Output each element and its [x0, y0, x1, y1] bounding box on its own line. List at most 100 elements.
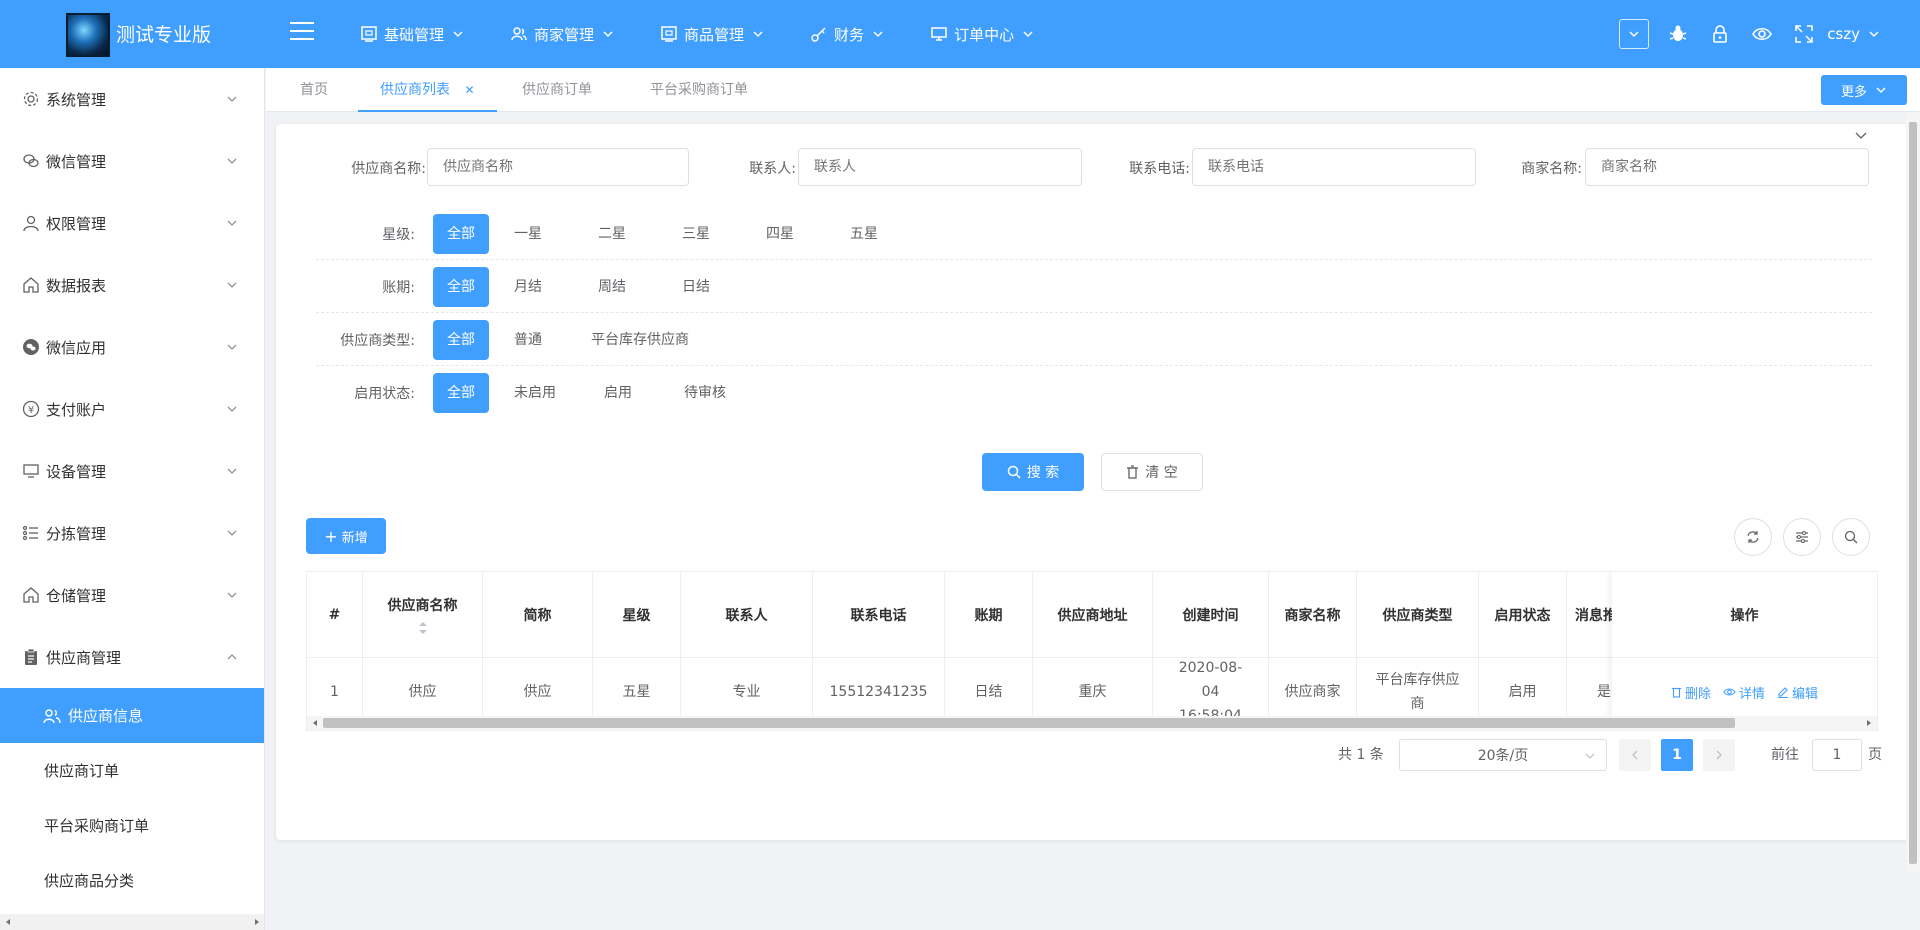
table-horizontal-scrollbar[interactable] — [307, 716, 1877, 730]
supplier-name-input[interactable] — [427, 148, 689, 186]
sort-icon[interactable] — [418, 621, 428, 635]
sidebar: 系统管理 微信管理 权限管理 数据报表 微信应用 ¥ 支付账户 设备管理 分拣管… — [0, 68, 265, 930]
filter-option[interactable]: 四星 — [752, 214, 808, 254]
edit-button[interactable]: 编辑 — [1777, 683, 1818, 702]
filter-option-all[interactable]: 全部 — [433, 320, 489, 360]
column-settings-button[interactable] — [1783, 518, 1821, 556]
tab-supplier-list[interactable]: 供应商列表 ✕ — [358, 68, 497, 112]
clear-button[interactable]: 清 空 — [1101, 453, 1203, 491]
nav-item-orders[interactable]: 订单中心 — [930, 24, 1034, 45]
sidebar-item-sorting[interactable]: 分拣管理 — [0, 502, 264, 564]
list-icon — [22, 525, 38, 541]
delete-label: 删除 — [1684, 686, 1711, 702]
filter-option[interactable]: 待审核 — [670, 373, 740, 413]
sidebar-item-permission[interactable]: 权限管理 — [0, 192, 264, 254]
filter-option-all[interactable]: 全部 — [433, 214, 489, 254]
goto-page-input[interactable]: 1 — [1812, 739, 1862, 771]
search-button[interactable]: 搜 索 — [982, 453, 1084, 491]
nav-item-finance[interactable]: 财务 — [810, 24, 884, 45]
sidebar-subitem-label: 平台采购商订单 — [44, 817, 150, 835]
sidebar-item-supplier[interactable]: 供应商管理 — [0, 626, 264, 688]
user-icon — [23, 215, 39, 232]
top-nav: 基础管理 商家管理 商品管理 财务 订单中心 — [360, 0, 1080, 68]
eye-icon[interactable] — [1751, 23, 1773, 45]
sidebar-item-payment[interactable]: ¥ 支付账户 — [0, 378, 264, 440]
chevron-down-icon — [1585, 753, 1595, 759]
sidebar-item-devices[interactable]: 设备管理 — [0, 440, 264, 502]
table-header-supplier-name[interactable]: 供应商名称 — [363, 572, 483, 658]
filter-option[interactable]: 月结 — [500, 267, 556, 307]
tab-home[interactable]: 首页 — [300, 68, 328, 112]
prev-page-button[interactable] — [1619, 739, 1651, 771]
filter-option[interactable]: 周结 — [584, 267, 640, 307]
nav-item-merchant[interactable]: 商家管理 — [510, 24, 614, 45]
tab-bar: 首页 供应商列表 ✕ 供应商订单 平台采购商订单 更多 — [266, 68, 1920, 112]
chevron-down-icon — [227, 220, 237, 226]
trash-icon — [1127, 465, 1139, 479]
tab-platform-orders[interactable]: 平台采购商订单 — [650, 68, 748, 112]
page-vertical-scrollbar[interactable] — [1906, 112, 1920, 872]
filter-option[interactable]: 三星 — [668, 214, 724, 254]
logo[interactable]: 测试专业版 — [0, 0, 265, 68]
scroll-thumb[interactable] — [323, 718, 1735, 728]
toggle-search-button[interactable] — [1832, 518, 1870, 556]
delete-button[interactable]: 删除 — [1671, 683, 1711, 702]
detail-button[interactable]: 详情 — [1723, 683, 1765, 702]
filter-option[interactable]: 未启用 — [500, 373, 570, 413]
nav-item-basic[interactable]: 基础管理 — [360, 24, 464, 45]
filter-option[interactable]: 二星 — [584, 214, 640, 254]
logo-image — [66, 13, 110, 57]
table-header-address: 供应商地址 — [1033, 572, 1153, 658]
table-header-created: 创建时间 — [1153, 572, 1269, 658]
chevron-down-icon[interactable] — [1854, 128, 1868, 142]
sidebar-item-wechat[interactable]: 微信管理 — [0, 130, 264, 192]
sidebar-item-system[interactable]: 系统管理 — [0, 68, 264, 130]
sidebar-subitem-supplier-info[interactable]: 供应商信息 — [0, 688, 264, 743]
fullscreen-icon[interactable] — [1793, 23, 1815, 45]
top-bar: 测试专业版 基础管理 商家管理 商品管理 财务 订单中心 cszy — [0, 0, 1920, 68]
edit-icon — [1778, 687, 1788, 698]
key-icon — [811, 27, 826, 42]
more-button[interactable]: 更多 — [1821, 75, 1907, 105]
sidebar-scrollbar[interactable] — [0, 914, 264, 930]
chevron-down-icon — [227, 406, 237, 412]
sidebar-item-reports[interactable]: 数据报表 — [0, 254, 264, 316]
nav-item-goods[interactable]: 商品管理 — [660, 24, 764, 45]
sidebar-subitem-supplier-categories[interactable]: 供应商品分类 — [0, 853, 264, 908]
filter-label: 供应商类型: — [340, 333, 415, 349]
add-label: 新增 — [341, 530, 368, 546]
lock-icon[interactable] — [1709, 23, 1731, 45]
phone-label: 联系电话: — [1129, 161, 1190, 177]
filter-option[interactable]: 平台库存供应商 — [584, 320, 696, 360]
menu-toggle-icon[interactable] — [290, 22, 314, 42]
filter-option[interactable]: 一星 — [500, 214, 556, 254]
contact-input[interactable] — [798, 148, 1082, 186]
filter-option-all[interactable]: 全部 — [433, 373, 489, 413]
merchant-name-input[interactable] — [1585, 148, 1869, 186]
filter-option[interactable]: 日结 — [668, 267, 724, 307]
filter-label: 启用状态: — [354, 386, 415, 402]
scroll-thumb[interactable] — [1909, 122, 1917, 864]
filter-option-all[interactable]: 全部 — [433, 267, 489, 307]
phone-input[interactable] — [1192, 148, 1476, 186]
refresh-button[interactable] — [1734, 518, 1772, 556]
page-size-select[interactable]: 20条/页 — [1399, 739, 1607, 771]
tab-label: 供应商订单 — [522, 82, 592, 98]
add-button[interactable]: + 新增 — [306, 518, 386, 554]
filter-option[interactable]: 普通 — [500, 320, 556, 360]
user-menu[interactable]: cszy — [1827, 25, 1880, 43]
sidebar-item-wechat-app[interactable]: 微信应用 — [0, 316, 264, 378]
sidebar-item-warehouse[interactable]: 仓储管理 — [0, 564, 264, 626]
close-icon[interactable]: ✕ — [464, 83, 474, 97]
next-page-button[interactable] — [1703, 739, 1735, 771]
filter-option[interactable]: 启用 — [590, 373, 646, 413]
sidebar-subitem-supplier-orders[interactable]: 供应商订单 — [0, 743, 264, 798]
bug-icon[interactable] — [1667, 23, 1689, 45]
filter-option[interactable]: 五星 — [836, 214, 892, 254]
page-button-current[interactable]: 1 — [1661, 739, 1693, 771]
chevron-left-icon — [1632, 750, 1638, 760]
chevron-down-icon — [227, 592, 237, 598]
tab-supplier-orders[interactable]: 供应商订单 — [522, 68, 592, 112]
sidebar-subitem-platform-orders[interactable]: 平台采购商订单 — [0, 798, 264, 853]
header-dropdown[interactable] — [1619, 19, 1650, 49]
